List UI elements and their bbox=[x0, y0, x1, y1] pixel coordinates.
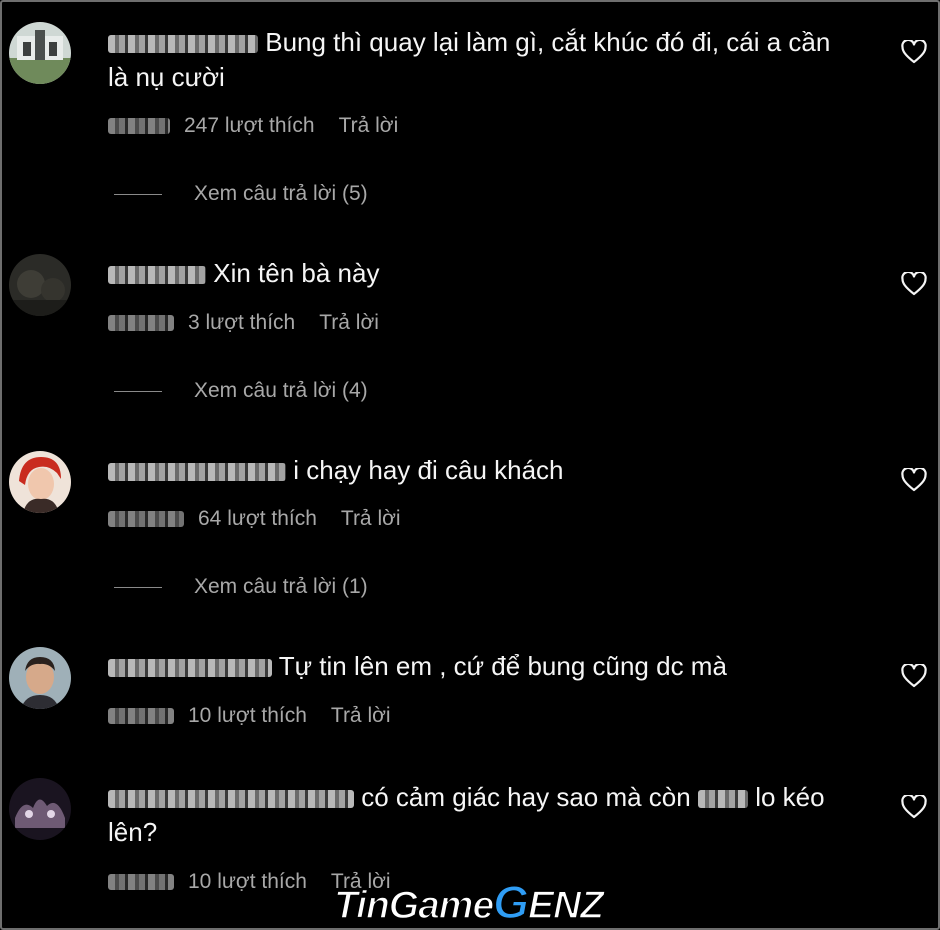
username-blurred[interactable] bbox=[108, 790, 354, 808]
view-replies-button[interactable]: Xem câu trả lời (5) bbox=[114, 180, 368, 208]
avatar[interactable] bbox=[9, 778, 71, 840]
divider-line bbox=[114, 193, 162, 195]
timestamp-blurred bbox=[108, 874, 174, 890]
username-blurred[interactable] bbox=[108, 463, 286, 481]
username-blurred[interactable] bbox=[108, 35, 258, 53]
comment-meta: 64 lượt thích Trả lời bbox=[108, 505, 401, 533]
username-blurred[interactable] bbox=[108, 266, 206, 284]
comment-text: Bung thì quay lại làm gì, cắt khúc đó đi… bbox=[108, 27, 831, 92]
like-count[interactable]: 3 lượt thích bbox=[188, 311, 295, 335]
heart-icon[interactable] bbox=[901, 664, 927, 688]
comment-meta: 3 lượt thích Trả lời bbox=[108, 309, 379, 337]
view-replies-label[interactable]: Xem câu trả lời (5) bbox=[194, 182, 368, 206]
timestamp-blurred bbox=[108, 511, 184, 527]
like-count[interactable]: 10 lượt thích bbox=[188, 704, 307, 728]
timestamp-blurred bbox=[108, 315, 174, 331]
username-blurred[interactable] bbox=[108, 659, 272, 677]
comment-text: có cảm giác hay sao mà còn lo kéo lên? bbox=[108, 782, 825, 847]
watermark-text: TinGame bbox=[333, 883, 495, 928]
timestamp-blurred bbox=[108, 708, 174, 724]
heart-icon[interactable] bbox=[901, 40, 927, 64]
site-watermark: TinGameGENZ bbox=[333, 875, 605, 929]
reply-button[interactable]: Trả lời bbox=[319, 311, 379, 335]
comment-meta: 10 lượt thích Trả lời bbox=[108, 702, 391, 730]
view-replies-button[interactable]: Xem câu trả lời (4) bbox=[114, 377, 368, 405]
heart-icon[interactable] bbox=[901, 468, 927, 492]
avatar[interactable] bbox=[9, 451, 71, 513]
like-count[interactable]: 247 lượt thích bbox=[184, 114, 315, 138]
view-replies-button[interactable]: Xem câu trả lời (1) bbox=[114, 573, 368, 601]
timestamp-blurred bbox=[108, 118, 170, 134]
comment-text: i chạy hay đi câu khách bbox=[108, 453, 878, 488]
watermark-text-end: ENZ bbox=[527, 883, 605, 928]
like-count[interactable]: 64 lượt thích bbox=[198, 507, 317, 531]
heart-icon[interactable] bbox=[901, 272, 927, 296]
reply-button[interactable]: Trả lời bbox=[341, 507, 401, 531]
divider-line bbox=[114, 390, 162, 392]
comment-text: Tự tin lên em , cứ để bung cũng dc mà bbox=[108, 649, 878, 684]
reply-button[interactable]: Trả lời bbox=[331, 704, 391, 728]
comment-text: Xin tên bà này bbox=[108, 256, 878, 291]
divider-line bbox=[114, 586, 162, 588]
comment-meta: 247 lượt thích Trả lời bbox=[108, 112, 398, 140]
mention-blurred[interactable] bbox=[697, 790, 748, 808]
avatar[interactable] bbox=[9, 22, 71, 84]
view-replies-label[interactable]: Xem câu trả lời (4) bbox=[194, 379, 368, 403]
watermark-accent-letter: G bbox=[492, 875, 529, 929]
avatar[interactable] bbox=[9, 647, 71, 709]
view-replies-label[interactable]: Xem câu trả lời (1) bbox=[194, 575, 368, 599]
like-count[interactable]: 10 lượt thích bbox=[188, 870, 307, 894]
heart-icon[interactable] bbox=[901, 795, 927, 819]
avatar[interactable] bbox=[9, 254, 71, 316]
reply-button[interactable]: Trả lời bbox=[339, 114, 399, 138]
